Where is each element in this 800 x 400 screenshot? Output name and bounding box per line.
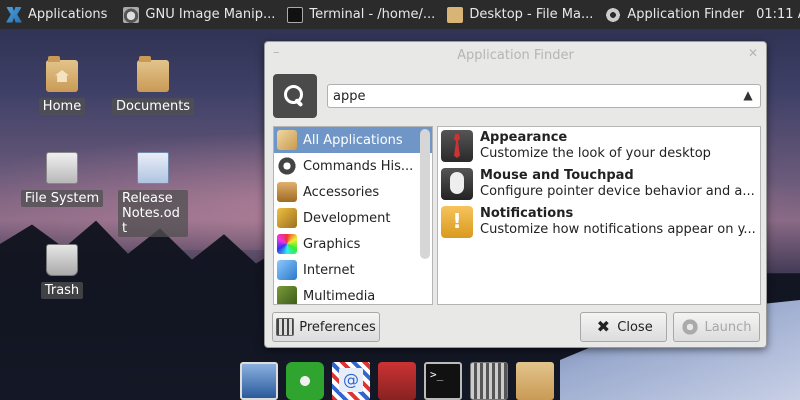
category-item-development[interactable]: Development xyxy=(274,205,432,231)
notifications-icon xyxy=(441,206,473,238)
close-label: Close xyxy=(617,319,653,335)
desktop-icon-label: Release Notes.odt xyxy=(118,190,188,237)
gear-icon xyxy=(605,6,622,23)
document-icon xyxy=(137,152,169,184)
application-list: Appearance Customize the look of your de… xyxy=(437,126,761,305)
category-item-internet[interactable]: Internet xyxy=(274,257,432,283)
applications-menu-icon xyxy=(6,6,22,23)
all-applications-icon xyxy=(277,130,297,150)
preferences-label: Preferences xyxy=(299,319,376,335)
search-input[interactable] xyxy=(327,84,761,108)
app-name: Mouse and Touchpad xyxy=(480,168,634,183)
taskbar-item-label: Application Finder xyxy=(627,7,745,22)
applications-menu-button[interactable]: Applications xyxy=(0,0,113,29)
appearance-icon xyxy=(441,130,473,162)
app-description: Configure pointer device behavior and a.… xyxy=(480,184,755,199)
desktop-icon-label: File System xyxy=(20,190,104,207)
launch-button[interactable]: Launch xyxy=(673,312,760,342)
window-titlebar[interactable]: – Application Finder ✕ xyxy=(265,42,766,68)
trash-icon xyxy=(46,244,78,276)
mouse-icon xyxy=(441,168,473,200)
gimp-icon xyxy=(123,6,140,23)
taskbar-item-gimp[interactable]: GNU Image Manip... xyxy=(117,0,281,29)
taskbar-item-label: Desktop - File Ma... xyxy=(469,7,594,22)
app-description: Customize the look of your desktop xyxy=(480,146,711,161)
web-browser-icon[interactable] xyxy=(286,362,324,400)
category-list: All Applications Commands His... Accesso… xyxy=(273,126,433,305)
category-item-commands-history[interactable]: Commands His... xyxy=(274,153,432,179)
category-label: Internet xyxy=(303,262,355,278)
folder-icon[interactable] xyxy=(516,362,554,400)
search-button[interactable] xyxy=(273,74,317,118)
app-item-mouse-touchpad[interactable]: Mouse and Touchpad Configure pointer dev… xyxy=(438,165,760,203)
taskbar-item-terminal[interactable]: Terminal - /home/... xyxy=(281,0,441,29)
category-label: All Applications xyxy=(303,132,403,148)
category-label: Multimedia xyxy=(303,288,376,304)
applications-menu-label: Applications xyxy=(28,7,108,22)
panel-clock[interactable]: 01:11 AM xyxy=(750,0,800,29)
preferences-icon xyxy=(276,318,295,336)
desktop-icon-documents[interactable]: Documents xyxy=(108,56,198,115)
category-item-multimedia[interactable]: Multimedia xyxy=(274,283,432,304)
taskbar-item-file-manager[interactable]: Desktop - File Ma... xyxy=(441,0,599,29)
close-icon: ✖ xyxy=(596,317,610,336)
category-item-graphics[interactable]: Graphics xyxy=(274,231,432,257)
drive-icon xyxy=(46,152,78,184)
app-item-appearance[interactable]: Appearance Customize the look of your de… xyxy=(438,127,760,165)
package-icon[interactable] xyxy=(378,362,416,400)
close-button[interactable]: ✖ Close xyxy=(580,312,667,342)
window-close-icon[interactable]: ✕ xyxy=(748,46,758,60)
folder-icon xyxy=(447,6,464,23)
internet-icon xyxy=(277,260,297,280)
gear-icon xyxy=(277,156,297,176)
category-scrollbar[interactable] xyxy=(420,129,430,259)
terminal-icon xyxy=(287,6,304,23)
folder-icon xyxy=(137,56,169,92)
launch-label: Launch xyxy=(704,319,752,335)
app-name: Notifications xyxy=(480,206,574,221)
app-item-notifications[interactable]: Notifications Customize how notification… xyxy=(438,203,760,241)
search-icon xyxy=(284,85,306,107)
graphics-icon xyxy=(277,234,297,254)
terminal-icon[interactable]: >_ xyxy=(424,362,462,400)
mixer-icon[interactable] xyxy=(470,362,508,400)
app-finder-window: – Application Finder ✕ ▲ All Application… xyxy=(264,41,767,348)
app-description: Customize how notifications appear on y.… xyxy=(480,222,756,237)
taskbar-item-app-finder[interactable]: Application Finder xyxy=(599,0,750,29)
desktop-icon-label: Trash xyxy=(40,282,84,299)
desktop-icon-file-system[interactable]: File System xyxy=(17,152,107,207)
mail-icon[interactable] xyxy=(332,362,370,400)
category-label: Accessories xyxy=(303,184,380,200)
preferences-button[interactable]: Preferences xyxy=(272,312,380,342)
show-desktop-icon[interactable] xyxy=(240,362,278,400)
minimize-icon[interactable]: – xyxy=(273,45,280,60)
multimedia-icon xyxy=(277,286,297,304)
category-label: Commands His... xyxy=(303,158,414,174)
desktop-icon-label: Documents xyxy=(111,98,195,115)
app-name: Appearance xyxy=(480,130,568,145)
development-icon xyxy=(277,208,297,228)
category-label: Development xyxy=(303,210,391,226)
top-panel: Applications GNU Image Manip... Terminal… xyxy=(0,0,800,29)
taskbar-item-label: Terminal - /home/... xyxy=(309,7,436,22)
desktop-icon-release-notes[interactable]: Release Notes.odt xyxy=(108,152,198,237)
category-item-all-applications[interactable]: All Applications xyxy=(274,127,432,153)
window-title: Application Finder xyxy=(457,47,574,63)
dock: >_ xyxy=(236,356,566,400)
accessories-icon xyxy=(277,182,297,202)
taskbar-item-label: GNU Image Manip... xyxy=(145,7,276,22)
desktop-icon-home[interactable]: Home xyxy=(17,56,107,115)
launch-icon xyxy=(681,318,700,336)
desktop-icon-trash[interactable]: Trash xyxy=(17,244,107,299)
desktop-icon-label: Home xyxy=(38,98,86,115)
clear-search-icon[interactable]: ▲ xyxy=(741,88,755,102)
category-label: Graphics xyxy=(303,236,361,252)
home-folder-icon xyxy=(46,56,78,92)
category-item-accessories[interactable]: Accessories xyxy=(274,179,432,205)
